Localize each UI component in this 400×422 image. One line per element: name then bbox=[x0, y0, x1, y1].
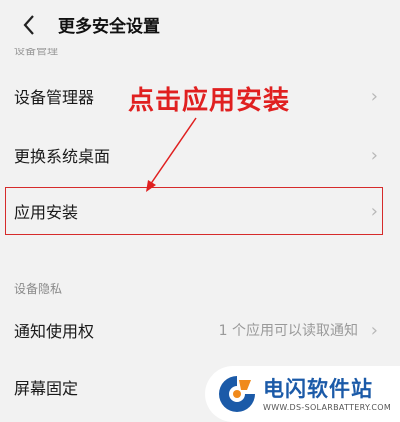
watermark-url: WWW.DS-SOLARBATTERY.COM bbox=[263, 403, 392, 412]
watermark-logo-icon bbox=[219, 376, 255, 412]
annotation-arrow-icon bbox=[146, 117, 197, 192]
watermark-name: 电闪软件站 bbox=[263, 377, 373, 401]
watermark: 电闪软件站 WWW.DS-SOLARBATTERY.COM bbox=[205, 366, 400, 422]
